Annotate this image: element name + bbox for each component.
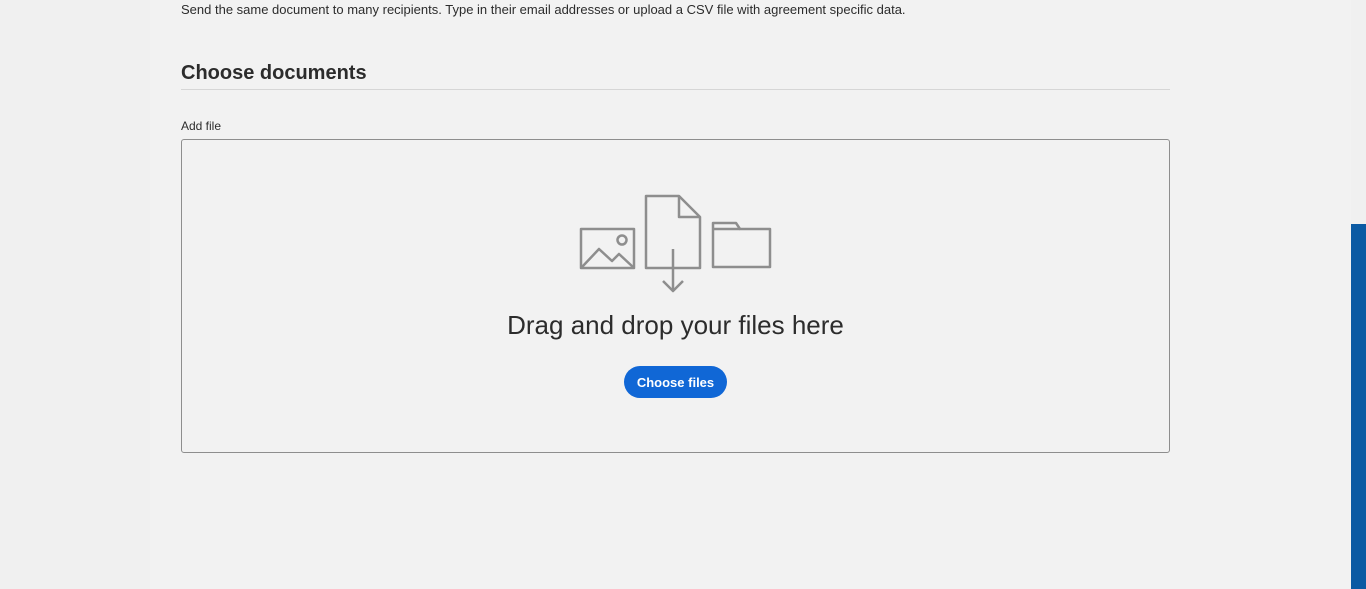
file-download-icon — [644, 194, 702, 293]
file-drop-zone[interactable]: Drag and drop your files here Choose fil… — [181, 139, 1170, 453]
section-title: Choose documents — [181, 62, 367, 84]
drop-illustration — [579, 194, 772, 293]
add-file-label: Add file — [181, 119, 222, 133]
choose-files-button[interactable]: Choose files — [624, 366, 727, 398]
folder-icon — [711, 221, 772, 269]
side-accent-bar — [1351, 224, 1366, 589]
description-text: Send the same document to many recipient… — [181, 2, 906, 17]
left-gutter — [0, 0, 150, 589]
section-divider — [181, 89, 1170, 90]
drop-zone-message: Drag and drop your files here — [507, 310, 844, 340]
image-icon — [579, 227, 636, 270]
